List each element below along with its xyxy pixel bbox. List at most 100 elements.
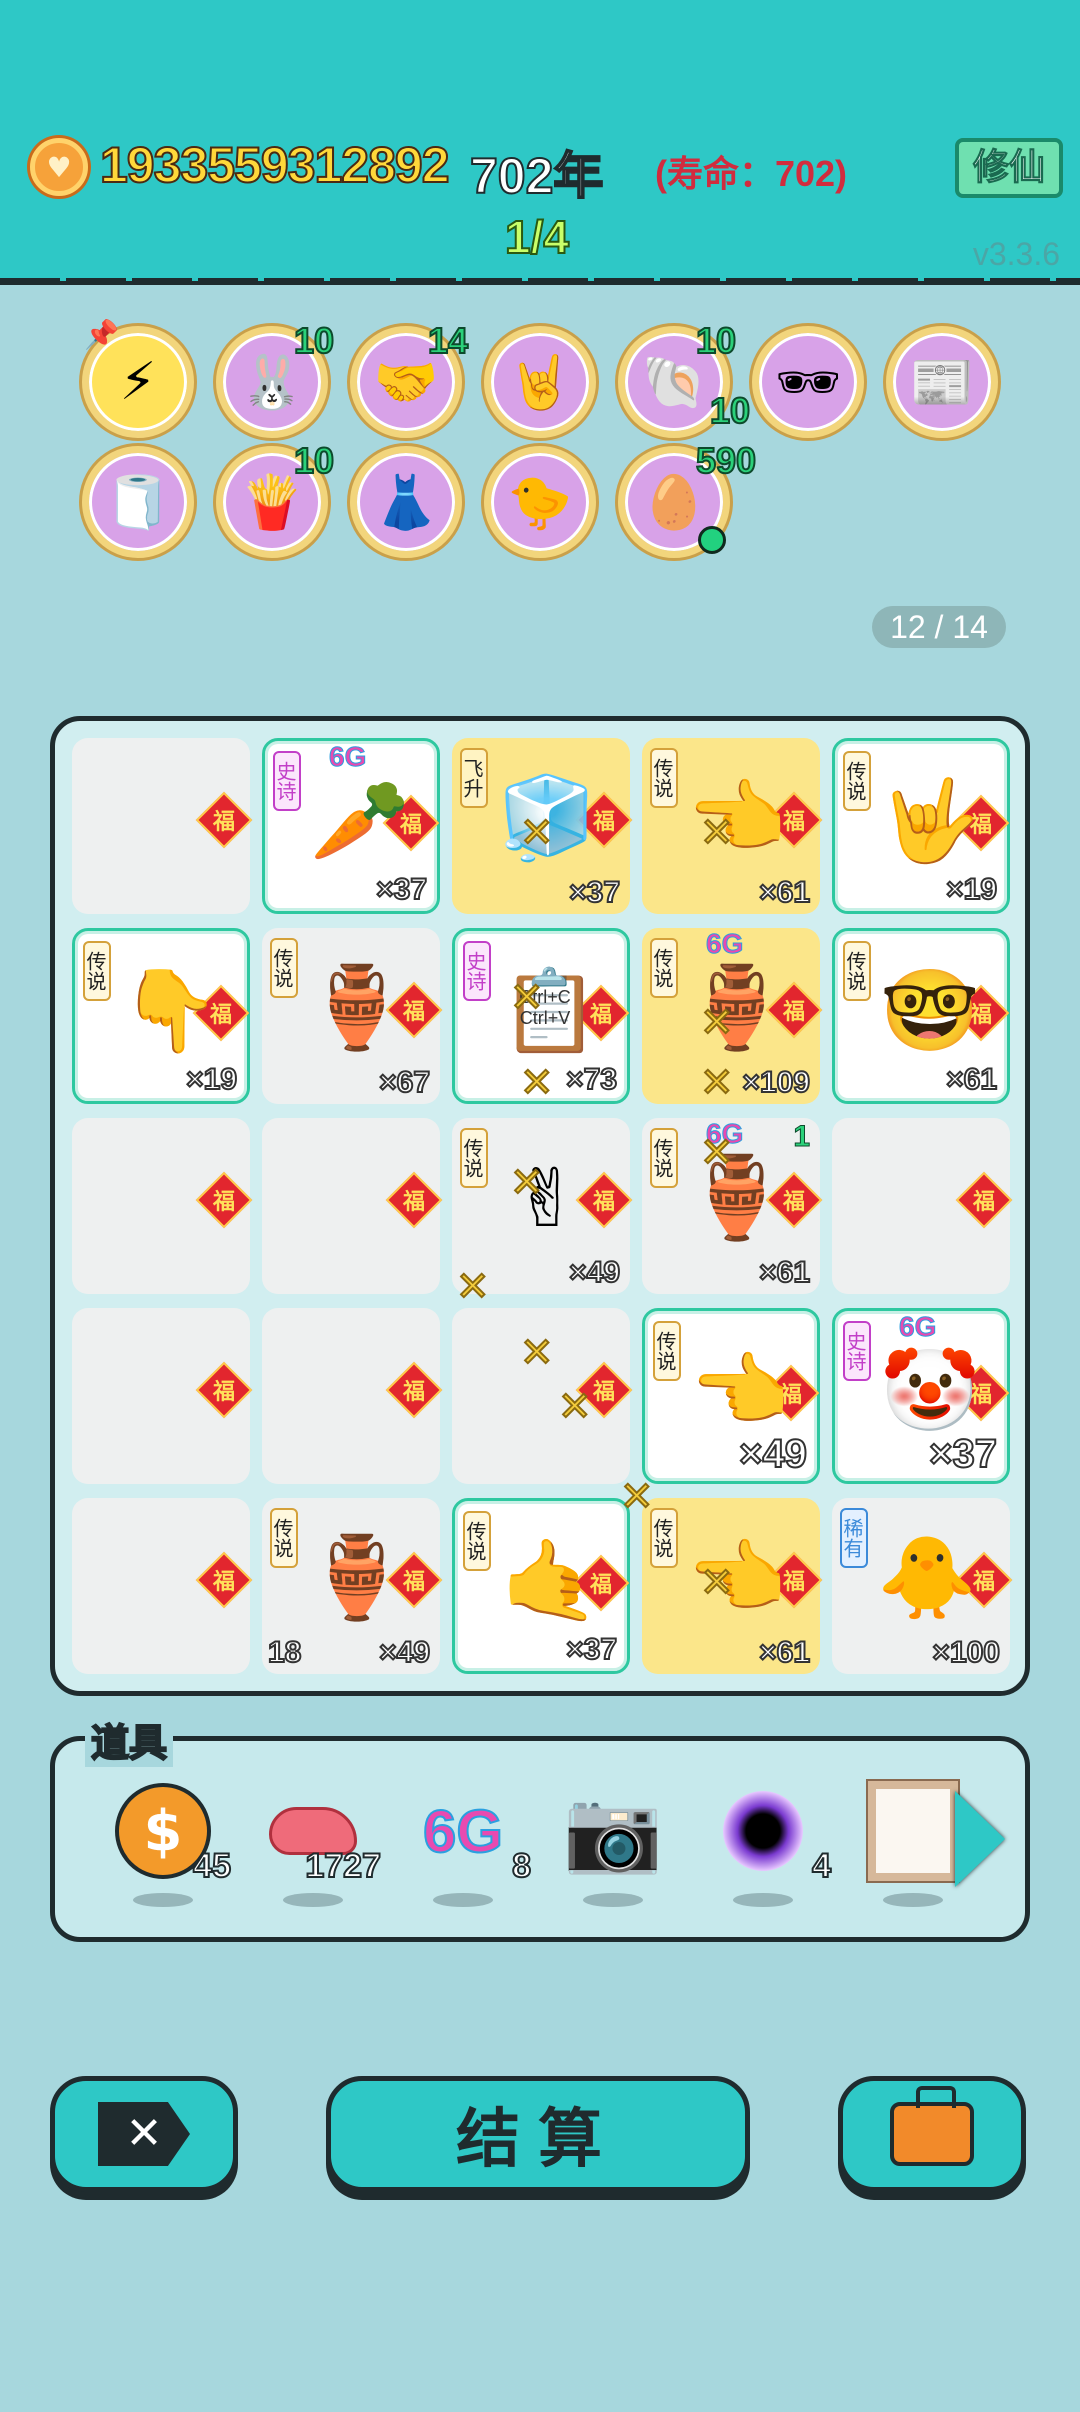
chick-icon[interactable]: 🐤 <box>484 446 596 558</box>
board-cell[interactable]: 福 <box>72 1118 253 1294</box>
effect-x-icon: ✕ <box>519 1059 554 1107</box>
item-art-icon: 🏺 <box>687 961 787 1054</box>
board-cell[interactable]: 福传说 🏺 ×67 <box>262 928 443 1104</box>
buff-count: 14 <box>427 319 469 362</box>
effect-x-icon: ✕ <box>699 1129 734 1177</box>
scroll-right-arrow-icon[interactable] <box>955 1791 1005 1887</box>
cultivate-button[interactable]: 修仙 <box>955 138 1063 198</box>
rarity-tag: 传说 <box>650 1128 678 1188</box>
board-cell[interactable]: 福 <box>72 738 253 914</box>
item-count: 4 <box>811 1846 832 1886</box>
rarity-tag: 传说 <box>460 1128 488 1188</box>
board-cell[interactable]: 福 <box>832 1118 1013 1294</box>
settle-button[interactable]: 结算 <box>326 2076 750 2192</box>
item-art-icon: 🤟 <box>880 774 980 867</box>
multiplier-label: ×100 <box>931 1635 1001 1670</box>
version-label: v3.3.6 <box>972 236 1060 272</box>
exit-button[interactable]: ✕ <box>50 2076 238 2192</box>
header-divider <box>0 278 1080 281</box>
item-art-icon: 🤓 <box>880 964 980 1057</box>
fu-label: 福 <box>212 1379 235 1405</box>
tissue-box-icon[interactable]: 🧻 <box>82 446 194 558</box>
black-hole-icon <box>713 1781 813 1881</box>
frame-icon <box>863 1781 963 1881</box>
board-cell[interactable]: 福史诗 🤡 6G ×37 <box>832 1308 1010 1484</box>
item-shadow <box>883 1893 943 1907</box>
round-counter: 12 / 14 <box>872 606 1006 648</box>
g6-badge: 6G <box>328 741 367 773</box>
item-art-icon: 🤙 <box>500 1534 600 1627</box>
multiplier-label: ×61 <box>758 1255 811 1290</box>
board-cell[interactable]: 福传说 🤙 ×37 <box>452 1498 630 1674</box>
multiplier-label: ×67 <box>378 1065 431 1100</box>
bag-button[interactable] <box>838 2076 1026 2192</box>
buff-extra-count: 10 <box>709 389 751 432</box>
items-panel: $45 1727 6G 8 📷 4 <box>50 1736 1030 1942</box>
rarity-tag: 传说 <box>83 941 111 1001</box>
fu-label: 福 <box>972 1189 995 1215</box>
item-shadow <box>133 1893 193 1907</box>
fu-label: 福 <box>212 1189 235 1215</box>
item-art-icon: 🐥 <box>877 1531 977 1624</box>
sunglasses-egg-icon[interactable]: 🕶 <box>752 326 864 438</box>
skirt-icon[interactable]: 👗 <box>350 446 462 558</box>
item-slot[interactable]: 📷 <box>553 1781 673 1911</box>
buff-count: 590 <box>695 439 757 482</box>
g6-badge: 6G <box>898 1311 937 1343</box>
item-shadow <box>733 1893 793 1907</box>
camera-icon: 📷 <box>563 1784 663 1877</box>
board-cell[interactable]: 福传说 🤟 ×19 <box>832 738 1010 914</box>
multiplier-label: ×61 <box>758 875 811 910</box>
close-icon: ✕ <box>98 2102 190 2166</box>
item-slot[interactable]: 1727 <box>253 1781 382 1911</box>
multiplier-label: ×37 <box>568 875 621 910</box>
effect-x-icon: ✕ <box>699 1559 734 1607</box>
effect-x-icon: ✕ <box>699 809 734 857</box>
multiplier-label: ×19 <box>945 872 998 907</box>
board-cell[interactable]: 福 <box>72 1308 253 1484</box>
rarity-tag: 飞升 <box>460 748 488 808</box>
effect-x-icon: ✕ <box>699 999 734 1047</box>
briefcase-icon <box>890 2086 974 2166</box>
board-cell[interactable]: 福 <box>262 1118 443 1294</box>
multiplier-label: ×49 <box>738 1431 808 1477</box>
rarity-tag: 史诗 <box>463 941 491 1001</box>
buff-count: 10 <box>293 439 335 482</box>
effect-x-icon: ✕ <box>699 1059 734 1107</box>
multiplier-label: ×37 <box>565 1632 618 1667</box>
item-art-icon: ✌ <box>513 1151 581 1245</box>
fu-badge-icon: 福 <box>195 791 253 849</box>
fu-badge-icon: 福 <box>195 1171 253 1229</box>
item-slot[interactable]: $45 <box>103 1781 232 1911</box>
item-slot[interactable]: 4 <box>703 1781 832 1911</box>
board-cell[interactable]: 福史诗 🥕 6G ×37 <box>262 738 440 914</box>
board-cell[interactable]: 福稀有 🐥 ×100 <box>832 1498 1013 1674</box>
fu-badge-icon: 福 <box>955 1171 1013 1229</box>
year-counter: 702年 <box>469 147 604 205</box>
item-art-icon: 👇 <box>120 964 220 1057</box>
item-art-icon: 👈 <box>687 771 787 864</box>
board-cell[interactable]: 福 <box>72 1498 253 1674</box>
time-magazine-icon[interactable]: 📰 <box>886 326 998 438</box>
item-art-icon: 🥕 <box>310 774 410 867</box>
board-cell[interactable]: 福传说 👇 ×19 <box>72 928 250 1104</box>
buff-count: 10 <box>695 319 737 362</box>
rarity-tag: 传说 <box>650 1508 678 1568</box>
rarity-tag: 传说 <box>843 751 871 811</box>
item-count: 1727 <box>304 1846 382 1886</box>
board-cell[interactable]: 福传说 🤓 ×61 <box>832 928 1010 1104</box>
fu-label: 福 <box>402 1379 425 1405</box>
multiplier-label: ×73 <box>565 1062 618 1097</box>
settle-label: 结算 <box>456 2103 620 2177</box>
effect-x-icon: ✕ <box>509 1159 544 1207</box>
board-cell[interactable]: 福传说 👈 ×49 <box>642 1308 820 1484</box>
board-cell[interactable]: 福 <box>262 1308 443 1484</box>
board-cell[interactable]: 福传说 🏺 ×49 18 <box>262 1498 443 1674</box>
rarity-tag: 稀有 <box>840 1508 868 1568</box>
rock-hand-icon[interactable]: 🤘 <box>484 326 596 438</box>
buff-count: 10 <box>293 319 335 362</box>
item-slot[interactable]: 6G 8 <box>403 1781 532 1911</box>
fu-badge-icon: 福 <box>385 1171 443 1229</box>
item-count: 8 <box>511 1846 532 1886</box>
item-shadow <box>433 1893 493 1907</box>
